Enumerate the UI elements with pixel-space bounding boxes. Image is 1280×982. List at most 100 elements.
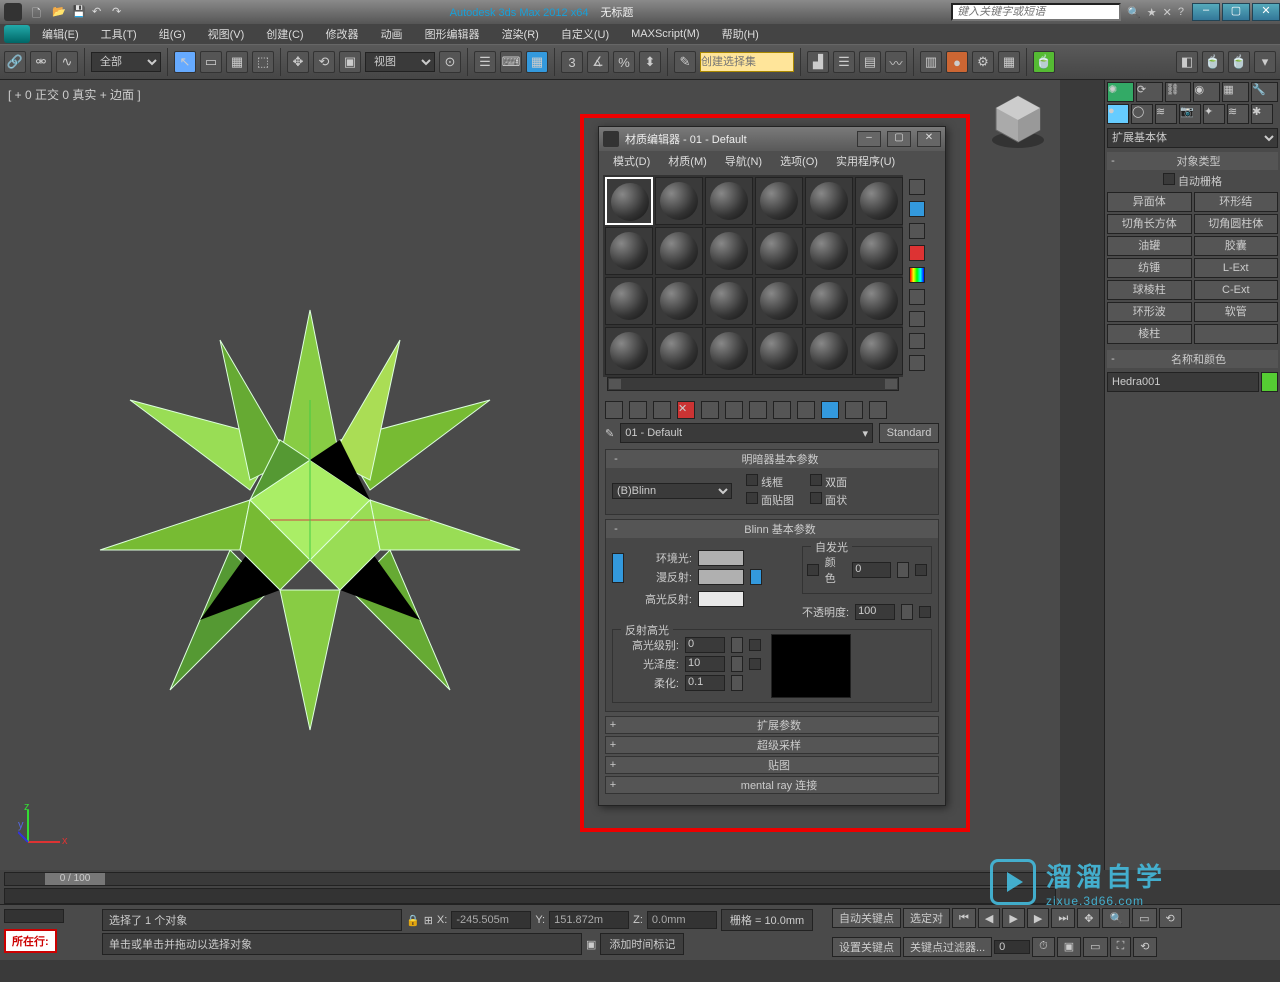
wire-checkbox[interactable] bbox=[746, 474, 758, 486]
material-name-select[interactable]: 01 - Default▾ bbox=[620, 423, 873, 443]
sample-slot[interactable] bbox=[705, 277, 753, 325]
tool-b-icon[interactable]: 🍵 bbox=[1202, 51, 1224, 73]
angle-snap-icon[interactable]: ∡ bbox=[587, 51, 609, 73]
objtype-button[interactable] bbox=[1194, 324, 1279, 344]
show-map-icon[interactable] bbox=[797, 401, 815, 419]
sample-slot[interactable] bbox=[805, 327, 853, 375]
opacity-spinner[interactable]: 100 bbox=[855, 604, 895, 620]
systems-icon[interactable]: ✱ bbox=[1251, 104, 1273, 124]
diffuse-swatch[interactable] bbox=[698, 569, 744, 585]
save-icon[interactable]: 💾 bbox=[72, 5, 86, 19]
selfillum-spinner[interactable]: 0 bbox=[852, 562, 891, 578]
mateditor-maximize-button[interactable]: ▢ bbox=[887, 131, 911, 147]
new-icon[interactable]: 🗋 bbox=[32, 5, 46, 19]
keyfilter-button[interactable]: 关键点过滤器... bbox=[903, 937, 992, 957]
menu-tools[interactable]: 工具(T) bbox=[91, 24, 147, 44]
material-editor-icon[interactable]: ● bbox=[946, 51, 968, 73]
selected-button[interactable]: 选定对 bbox=[903, 908, 950, 928]
keyboard-icon[interactable]: ⌨ bbox=[500, 51, 522, 73]
menu-animation[interactable]: 动画 bbox=[371, 24, 413, 44]
time-slider[interactable]: 0 / 100 bbox=[4, 872, 1056, 886]
nav-walk-icon[interactable]: ⟲ bbox=[1133, 937, 1156, 957]
sample-slot[interactable] bbox=[755, 177, 803, 225]
time-config-icon[interactable]: ⏱ bbox=[1032, 937, 1055, 957]
material-type-button[interactable]: Standard bbox=[879, 423, 939, 443]
rollout-maps[interactable]: +贴图 bbox=[605, 756, 939, 774]
nav-zoomext-icon[interactable]: ▣ bbox=[1057, 937, 1081, 957]
eyedropper-icon[interactable]: ✎ bbox=[605, 427, 614, 440]
matmenu-utilities[interactable]: 实用程序(U) bbox=[828, 151, 903, 171]
matmenu-options[interactable]: 选项(O) bbox=[772, 151, 826, 171]
speclevel-spinner[interactable]: 0 bbox=[685, 637, 725, 653]
object-color-swatch[interactable] bbox=[1261, 372, 1278, 392]
open-icon[interactable]: 📂 bbox=[52, 5, 66, 19]
faceted-checkbox[interactable] bbox=[810, 492, 822, 504]
tool-d-icon[interactable]: ▾ bbox=[1254, 51, 1276, 73]
2sided-checkbox[interactable] bbox=[810, 474, 822, 486]
time-ruler[interactable] bbox=[4, 888, 1056, 904]
object-name-input[interactable] bbox=[1107, 372, 1259, 392]
opacity-map-button[interactable] bbox=[919, 606, 931, 618]
sample-slot[interactable] bbox=[605, 277, 653, 325]
z-coord-input[interactable] bbox=[647, 911, 717, 929]
rollout-mentalray[interactable]: +mental ray 连接 bbox=[605, 776, 939, 794]
make-copy-icon[interactable] bbox=[701, 401, 719, 419]
objtype-button[interactable]: 油罐 bbox=[1107, 236, 1192, 256]
sample-slot[interactable] bbox=[755, 327, 803, 375]
backlight-icon[interactable] bbox=[909, 201, 925, 217]
sample-slot[interactable] bbox=[655, 327, 703, 375]
tab-hierarchy[interactable]: ⛓ bbox=[1165, 82, 1192, 102]
put-to-scene-icon[interactable] bbox=[629, 401, 647, 419]
sample-slot[interactable] bbox=[605, 227, 653, 275]
minimize-button[interactable]: – bbox=[1192, 3, 1220, 21]
shapes-icon[interactable]: ◯ bbox=[1131, 104, 1153, 124]
maximize-button[interactable]: ▢ bbox=[1222, 3, 1250, 21]
speclevel-map-button[interactable] bbox=[749, 639, 761, 651]
rotate-icon[interactable]: ⟲ bbox=[313, 51, 335, 73]
snap3-icon[interactable]: 3 bbox=[561, 51, 583, 73]
sample-slot[interactable] bbox=[655, 277, 703, 325]
mirror-icon[interactable]: ▟ bbox=[807, 51, 829, 73]
objtype-button[interactable]: C-Ext bbox=[1194, 280, 1279, 300]
menu-rendering[interactable]: 渲染(R) bbox=[492, 24, 549, 44]
objtype-button[interactable]: 切角圆柱体 bbox=[1194, 214, 1279, 234]
close-button[interactable]: ✕ bbox=[1252, 3, 1280, 21]
sample-slot[interactable] bbox=[805, 227, 853, 275]
helpers-icon[interactable]: ✦ bbox=[1203, 104, 1225, 124]
objtype-button[interactable]: 环形波 bbox=[1107, 302, 1192, 322]
snap-toggle-icon[interactable]: ▦ bbox=[526, 51, 548, 73]
menu-create[interactable]: 创建(C) bbox=[256, 24, 313, 44]
put-to-lib-icon[interactable] bbox=[749, 401, 767, 419]
sample-slot[interactable] bbox=[605, 177, 653, 225]
objtype-button[interactable]: 软管 bbox=[1194, 302, 1279, 322]
curve-editor-icon[interactable]: 〰 bbox=[885, 51, 907, 73]
schematic-icon[interactable]: ▥ bbox=[920, 51, 942, 73]
go-forward-icon[interactable] bbox=[869, 401, 887, 419]
rendered-frame-icon[interactable]: ▦ bbox=[998, 51, 1020, 73]
mateditor-close-button[interactable]: ✕ bbox=[917, 131, 941, 147]
undo-icon[interactable]: ↶ bbox=[92, 5, 106, 19]
background-icon[interactable] bbox=[909, 223, 925, 239]
tab-modify[interactable]: ⟳ bbox=[1136, 82, 1163, 102]
rollout-toggle[interactable]: - bbox=[610, 453, 622, 465]
make-unique-icon[interactable] bbox=[725, 401, 743, 419]
exchange-icon[interactable]: ✕ bbox=[1163, 6, 1172, 19]
coord-display-icon[interactable]: ⊞ bbox=[424, 914, 433, 927]
help-search-input[interactable] bbox=[951, 3, 1121, 21]
objtype-button[interactable]: 棱柱 bbox=[1107, 324, 1192, 344]
ambient-swatch[interactable] bbox=[698, 550, 744, 566]
star-icon[interactable]: ★ bbox=[1147, 6, 1157, 19]
sample-slot[interactable] bbox=[855, 177, 903, 225]
shader-select[interactable]: (B)Blinn bbox=[612, 483, 732, 499]
isolate-icon[interactable]: ▣ bbox=[586, 938, 596, 951]
diffuse-map-button[interactable] bbox=[750, 569, 762, 585]
category-select[interactable]: 扩展基本体 bbox=[1107, 128, 1278, 148]
autokey-button[interactable]: 自动关键点 bbox=[832, 908, 901, 928]
scale-icon[interactable]: ▣ bbox=[339, 51, 361, 73]
soften-spinner[interactable]: 0.1 bbox=[685, 675, 725, 691]
sample-slot[interactable] bbox=[855, 277, 903, 325]
tool-c-icon[interactable]: 🍵 bbox=[1228, 51, 1250, 73]
mat-id-icon[interactable] bbox=[773, 401, 791, 419]
sample-slot[interactable] bbox=[805, 277, 853, 325]
objtype-button[interactable]: 胶囊 bbox=[1194, 236, 1279, 256]
